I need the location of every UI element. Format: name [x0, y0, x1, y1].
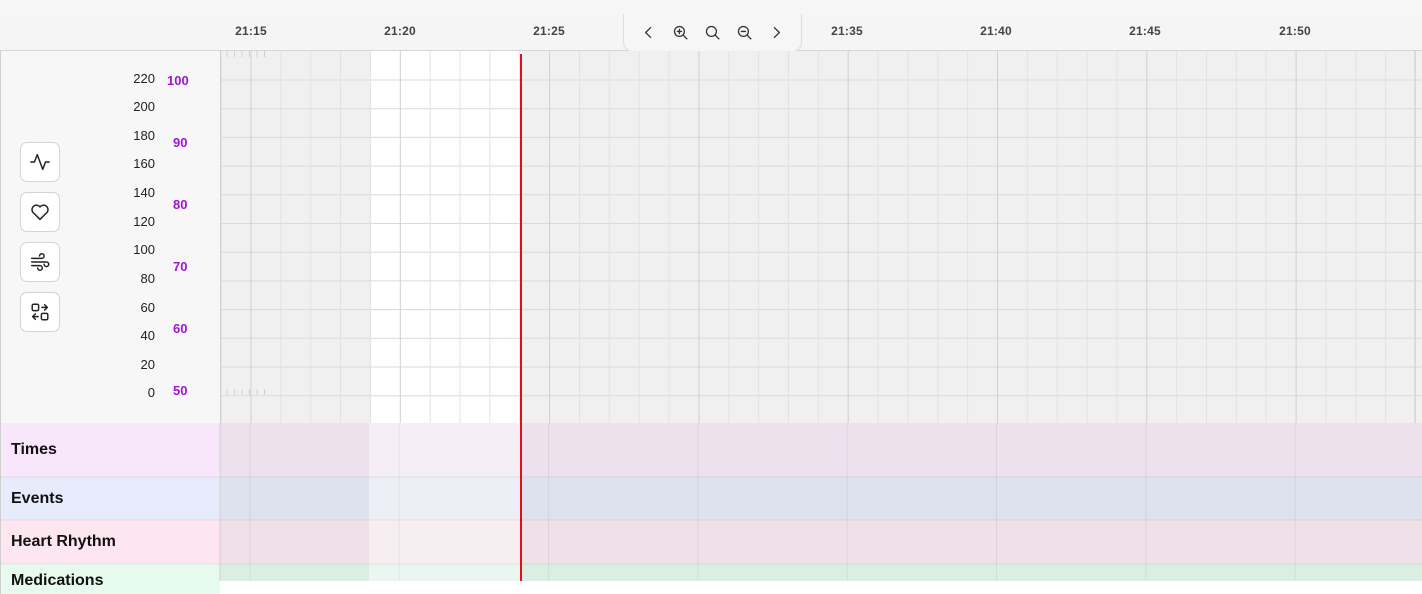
zoom-in-icon [673, 25, 688, 40]
lane-label-times: Times [0, 423, 220, 477]
y-axis-right-label: 90 [173, 135, 188, 150]
y-axis-right-label: 80 [173, 197, 188, 212]
activity-icon [30, 153, 50, 171]
y-axis-left-label: 200 [133, 99, 155, 114]
zoom-out-icon [737, 25, 752, 40]
wind-icon [31, 253, 50, 271]
y-axis-left-label: 100 [133, 242, 155, 257]
lane-track-medications[interactable] [220, 564, 1422, 581]
time-tick-label: 21:40 [980, 24, 1012, 38]
time-tick-label: 21:35 [831, 24, 863, 38]
activity-button[interactable] [20, 142, 60, 182]
lane-label-events: Events [0, 477, 220, 520]
y-axis-left-label: 160 [133, 156, 155, 171]
y-axis-left-label: 180 [133, 128, 155, 143]
previous-button[interactable] [636, 21, 660, 45]
y-axis-left-label: 0 [147, 385, 155, 400]
chevron-left-icon [644, 26, 651, 39]
transfer-icon [31, 303, 49, 321]
y-axis-right-label: 70 [173, 259, 188, 274]
y-axis-right-label: 50 [173, 383, 188, 398]
y-axis-left-label: 60 [140, 300, 155, 315]
lane-label-medications: Medications [0, 564, 220, 594]
y-axis-left-label: 120 [133, 214, 155, 229]
lane-label-heart-rhythm: Heart Rhythm [0, 520, 220, 564]
vitals-chart-area[interactable] [220, 51, 1422, 423]
y-axis-left-label: 220 [133, 71, 155, 86]
time-tick-label: 21:50 [1279, 24, 1311, 38]
wind-button[interactable] [20, 242, 60, 282]
transfer-button[interactable] [20, 292, 60, 332]
time-tick-label: 21:45 [1129, 24, 1161, 38]
time-tick-label: 21:25 [533, 24, 565, 38]
zoom-reset-button[interactable] [700, 21, 724, 45]
time-tick-label: 21:20 [384, 24, 416, 38]
heart-icon [31, 204, 49, 221]
y-axis-left-label: 80 [140, 271, 155, 286]
y-axis-left-label: 20 [140, 357, 155, 372]
y-axis-right-label: 100 [167, 73, 189, 88]
y-axis-right-label: 60 [173, 321, 188, 336]
time-tick-label: 21:15 [235, 24, 267, 38]
heart-button[interactable] [20, 192, 60, 232]
zoom-in-button[interactable] [668, 21, 692, 45]
lane-track-events[interactable] [220, 477, 1422, 520]
timeline-nav-toolbar [623, 14, 802, 52]
zoom-out-button[interactable] [733, 21, 757, 45]
chevron-right-icon [774, 26, 781, 39]
search-icon [705, 25, 720, 40]
next-button[interactable] [765, 21, 789, 45]
vitals-axis-panel: 220 200 180 160 140 120 100 80 60 40 20 … [0, 51, 220, 423]
lane-track-heart-rhythm[interactable] [220, 520, 1422, 564]
y-axis-left-label: 40 [140, 328, 155, 343]
lane-track-times[interactable] [220, 423, 1422, 477]
vitals-grid [221, 51, 1422, 423]
y-axis-left-label: 140 [133, 185, 155, 200]
